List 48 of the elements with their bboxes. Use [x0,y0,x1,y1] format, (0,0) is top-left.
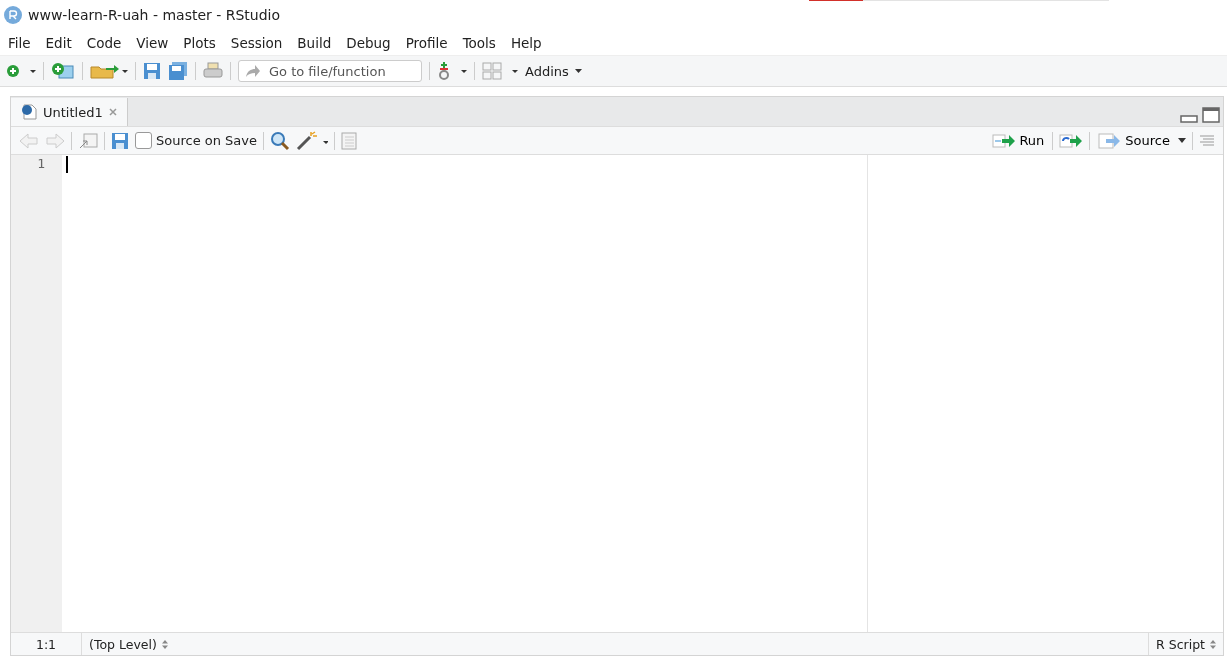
app-logo-icon [4,6,22,24]
new-project-icon[interactable] [51,62,75,80]
version-control-icon[interactable] [437,61,467,81]
search-icon[interactable] [270,130,291,151]
file-type-selector[interactable]: R Script [1148,633,1223,655]
minimize-icon[interactable] [1180,113,1198,123]
source-on-save-checkbox[interactable]: Source on Save [135,132,258,149]
menu-item[interactable]: Debug [346,34,391,51]
new-file-icon[interactable] [6,63,36,79]
menu-item[interactable]: Help [510,34,542,51]
r-file-icon [21,104,37,120]
save-all-icon[interactable] [168,62,188,80]
menu-item[interactable]: Session [230,34,283,51]
run-arrow-icon [992,133,1017,148]
close-icon[interactable] [108,108,117,116]
pane-layout-icon[interactable] [482,62,518,80]
rerun-icon[interactable] [1059,133,1084,148]
menu-item[interactable]: File [8,34,31,51]
updown-icon [1210,639,1216,649]
maximize-icon[interactable] [1202,107,1220,123]
share-arrow-icon [245,64,261,78]
editor-tab[interactable]: Untitled1 [11,98,128,126]
print-icon[interactable] [203,62,223,80]
updown-icon [161,639,168,649]
open-folder-icon[interactable] [90,63,128,79]
menu-item[interactable]: Plots [183,34,216,51]
text-cursor [66,156,68,173]
menu-item[interactable]: View [136,34,169,51]
menu-item[interactable]: Tools [462,34,496,51]
source-arrow-icon [1098,132,1123,149]
addins-menu[interactable]: Addins [525,63,582,79]
menu-item[interactable]: Edit [45,34,72,51]
save-icon[interactable] [111,131,129,150]
magic-wand-icon[interactable] [296,130,329,151]
caret-icon[interactable] [1178,138,1186,143]
show-in-window-icon[interactable] [78,131,98,150]
window-title: www-learn-R-uah - master - RStudio [28,7,281,23]
run-button[interactable]: Run [990,133,1047,148]
menu-item[interactable]: Code [86,34,122,51]
scope-selector[interactable]: (Top Level) [82,633,175,655]
source-button[interactable]: Source [1096,132,1172,149]
caret-icon [574,69,582,73]
go-to-file-field[interactable]: Go to file/function [238,60,422,82]
menu-item[interactable]: Profile [405,34,448,51]
save-icon[interactable] [143,62,161,80]
line-number: 1 [36,155,46,173]
menu-item[interactable]: Build [297,34,332,51]
cursor-position: 1:1 [11,633,82,655]
